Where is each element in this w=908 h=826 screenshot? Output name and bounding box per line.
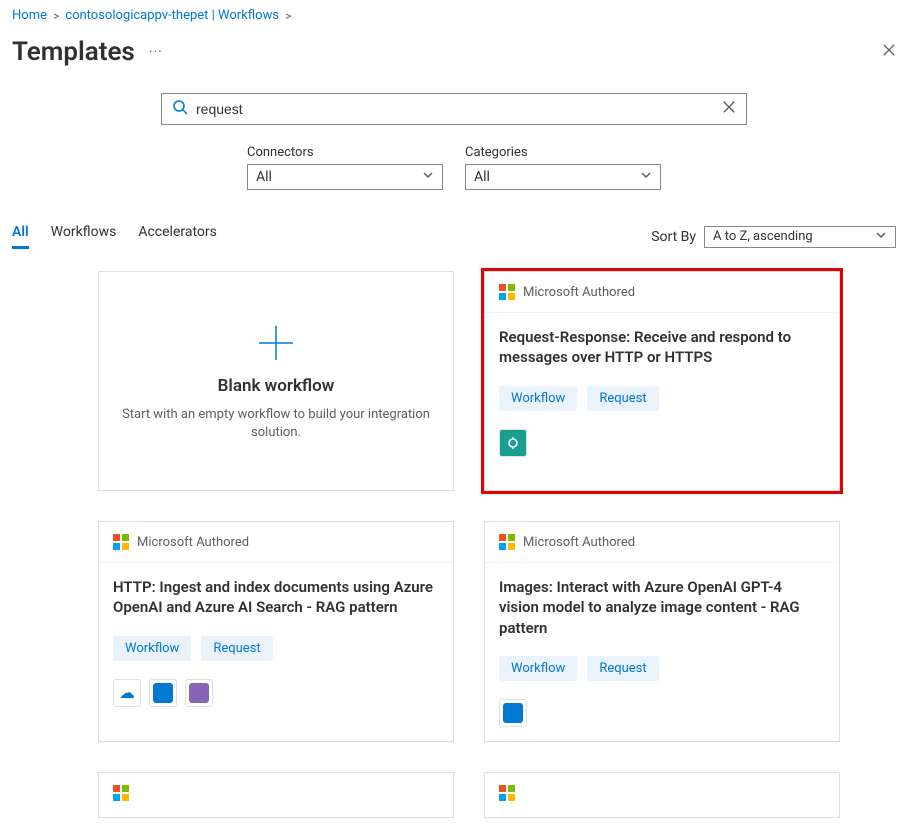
chevron-down-icon	[422, 169, 434, 185]
card-tags: Workflow Request	[113, 636, 439, 661]
card-service-icons	[499, 699, 825, 727]
openai-connector-icon	[499, 699, 527, 727]
chevron-down-icon	[875, 229, 887, 245]
request-connector-icon	[499, 429, 527, 457]
breadcrumb-separator: >	[285, 9, 291, 23]
microsoft-logo-icon	[113, 534, 129, 550]
card-author: Microsoft Authored	[523, 535, 635, 550]
connectors-dropdown[interactable]: All	[247, 164, 443, 190]
connectors-filter: Connectors All	[247, 145, 443, 190]
card-service-icons: ☁	[113, 679, 439, 707]
tabs: All Workflows Accelerators	[12, 224, 217, 249]
search-connector-icon	[185, 679, 213, 707]
microsoft-logo-icon	[113, 785, 129, 801]
search-icon	[172, 99, 188, 119]
breadcrumb-home[interactable]: Home	[12, 8, 47, 23]
tag[interactable]: Workflow	[499, 656, 577, 681]
template-card-images-rag[interactable]: Microsoft Authored Images: Interact with…	[484, 521, 840, 742]
openai-connector-icon	[149, 679, 177, 707]
tabs-row: All Workflows Accelerators Sort By A to …	[12, 224, 896, 249]
card-header: Microsoft Authored	[485, 272, 839, 313]
card-title: Request-Response: Receive and respond to…	[499, 327, 825, 368]
tag[interactable]: Workflow	[499, 386, 577, 411]
page-header: Templates ···	[12, 37, 896, 67]
cloud-connector-icon: ☁	[113, 679, 141, 707]
breadcrumb-separator: >	[53, 9, 59, 23]
template-card-request-response[interactable]: Microsoft Authored Request-Response: Rec…	[484, 271, 840, 491]
breadcrumb-app[interactable]: contosologicappv-thepet | Workflows	[65, 8, 279, 23]
filter-dropdowns: Connectors All Categories All	[247, 145, 661, 190]
card-header: Microsoft Authored	[485, 522, 839, 563]
card-title: Images: Interact with Azure OpenAI GPT-4…	[499, 577, 825, 638]
tab-workflows[interactable]: Workflows	[51, 224, 117, 249]
template-card-cutoff[interactable]	[484, 772, 840, 818]
tag[interactable]: Request	[587, 656, 658, 681]
sort-dropdown[interactable]: A to Z, ascending	[704, 226, 896, 248]
microsoft-logo-icon	[499, 534, 515, 550]
categories-value: All	[474, 169, 490, 185]
filter-area: Connectors All Categories All	[12, 93, 896, 190]
card-author: Microsoft Authored	[523, 285, 635, 300]
tab-accelerators[interactable]: Accelerators	[138, 224, 217, 249]
tab-all[interactable]: All	[12, 224, 29, 249]
tag[interactable]: Workflow	[113, 636, 191, 661]
blank-workflow-title: Blank workflow	[218, 376, 335, 396]
categories-filter: Categories All	[465, 145, 661, 190]
card-author: Microsoft Authored	[137, 535, 249, 550]
page-title: Templates	[12, 37, 135, 67]
connectors-label: Connectors	[247, 145, 443, 160]
sort-value: A to Z, ascending	[713, 229, 813, 244]
sort-by: Sort By A to Z, ascending	[651, 226, 896, 248]
categories-dropdown[interactable]: All	[465, 164, 661, 190]
categories-label: Categories	[465, 145, 661, 160]
card-header: Microsoft Authored	[99, 522, 453, 563]
close-icon[interactable]	[882, 43, 896, 61]
tag[interactable]: Request	[201, 636, 272, 661]
tag[interactable]: Request	[587, 386, 658, 411]
search-box[interactable]	[161, 93, 747, 125]
microsoft-logo-icon	[499, 284, 515, 300]
breadcrumb: Home > contosologicappv-thepet | Workflo…	[12, 8, 896, 23]
card-tags: Workflow Request	[499, 656, 825, 681]
blank-workflow-card[interactable]: Blank workflow Start with an empty workf…	[98, 271, 454, 491]
connectors-value: All	[256, 169, 272, 185]
plus-icon	[253, 320, 299, 370]
card-service-icons	[499, 429, 825, 457]
card-tags: Workflow Request	[499, 386, 825, 411]
blank-workflow-subtitle: Start with an empty workflow to build yo…	[119, 406, 433, 442]
card-title: HTTP: Ingest and index documents using A…	[113, 577, 439, 618]
microsoft-logo-icon	[499, 785, 515, 801]
clear-search-icon[interactable]	[722, 100, 736, 118]
search-input[interactable]	[196, 101, 714, 117]
sort-label: Sort By	[651, 229, 696, 245]
cards-grid: Blank workflow Start with an empty workf…	[98, 271, 840, 818]
chevron-down-icon	[640, 169, 652, 185]
template-card-cutoff[interactable]	[98, 772, 454, 818]
template-card-http-rag[interactable]: Microsoft Authored HTTP: Ingest and inde…	[98, 521, 454, 742]
more-button[interactable]: ···	[149, 44, 163, 60]
